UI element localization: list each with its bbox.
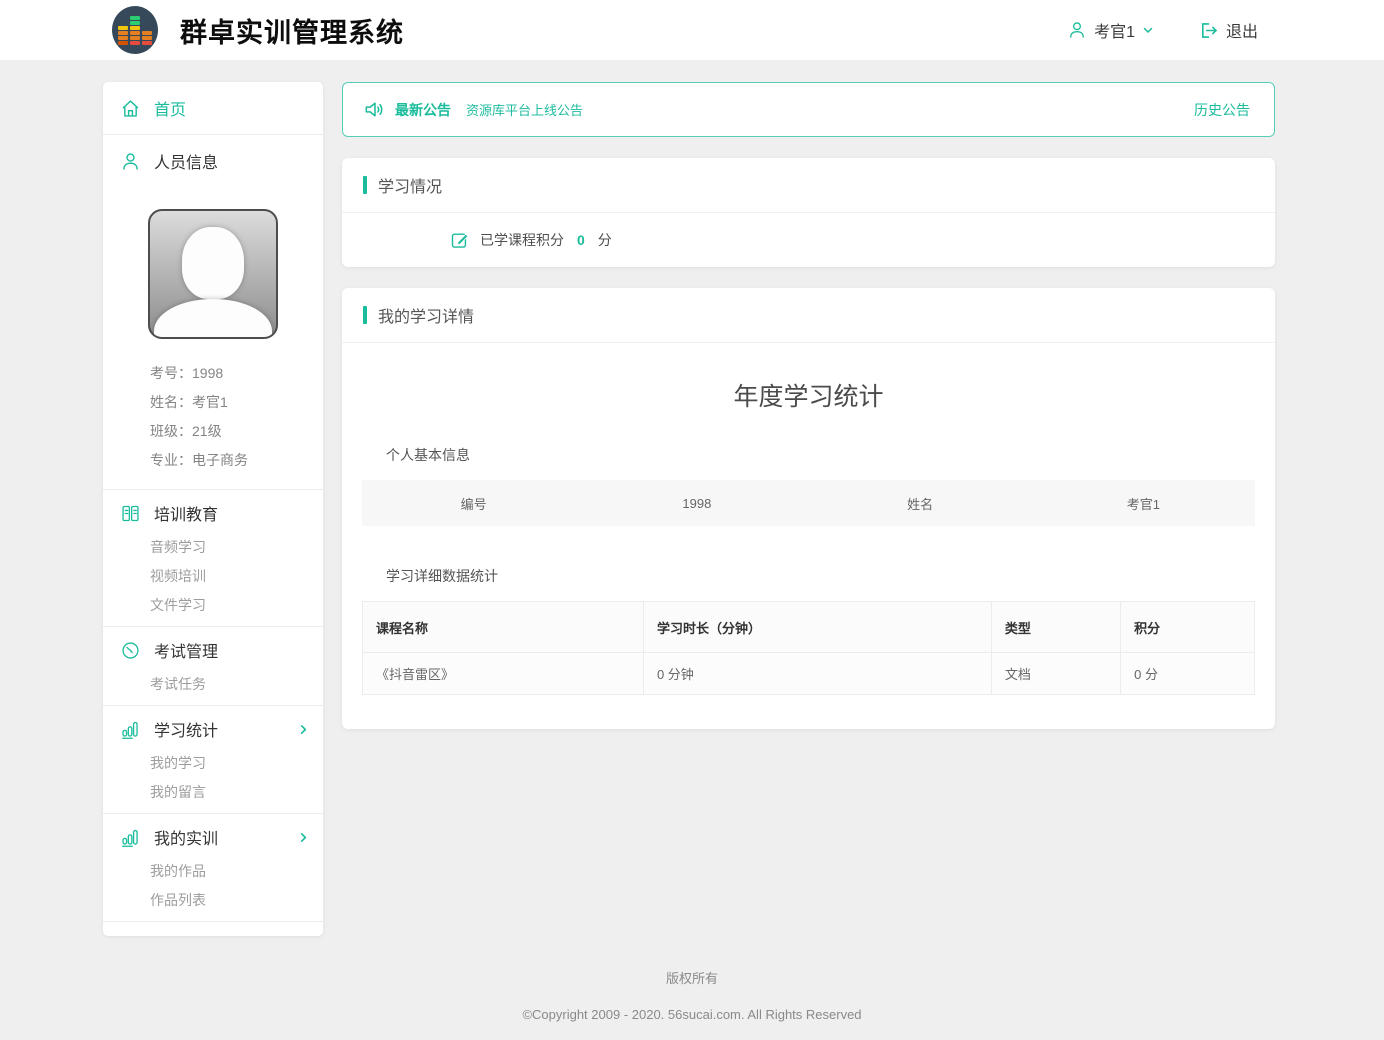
cell-study-duration: 0 分钟 (643, 653, 991, 695)
basic-info-cell: 编号 (362, 494, 585, 513)
stats-label: 学习详细数据统计 (386, 566, 1255, 586)
table-header-row: 课程名称 学习时长（分钟） 类型 积分 (363, 602, 1255, 653)
announcement-bar: 最新公告 资源库平台上线公告 历史公告 (342, 82, 1275, 137)
profile-field-name: 姓名：考官1 (150, 388, 323, 417)
top-header: 群卓实训管理系统 考官1 退出 (0, 0, 1384, 60)
basic-info-cell: 1998 (585, 496, 808, 511)
accent-bar (363, 306, 367, 324)
user-menu[interactable]: 考官1 (1067, 18, 1154, 42)
sidebar-section-label: 学习统计 (154, 717, 218, 741)
chevron-right-icon (298, 832, 309, 843)
basic-info-row: 编号 1998 姓名 考官1 (362, 480, 1255, 526)
sidebar-item-works-list[interactable]: 作品列表 (150, 886, 323, 915)
study-stats-table: 课程名称 学习时长（分钟） 类型 积分 《抖音雷区》 0 分钟 文档 0 分 (362, 601, 1255, 695)
sidebar-item-file-study[interactable]: 文件学习 (150, 591, 323, 620)
cell-type: 文档 (991, 653, 1120, 695)
sidebar-item-my-study[interactable]: 我的学习 (150, 749, 323, 778)
sidebar-sublist-exam: 考试任务 (103, 670, 323, 705)
sidebar-divider (103, 921, 323, 922)
study-detail-title: 我的学习详情 (378, 303, 474, 327)
sidebar-item-profile[interactable]: 人员信息 (103, 135, 323, 187)
app-title: 群卓实训管理系统 (180, 11, 404, 50)
sidebar-item-home[interactable]: 首页 (103, 82, 323, 134)
basic-info-cell: 考官1 (1032, 494, 1255, 513)
sidebar-section-training[interactable]: 培训教育 (103, 490, 323, 533)
chevron-down-icon (1142, 24, 1154, 36)
sidebar-item-video-training[interactable]: 视频培训 (150, 562, 323, 591)
sidebar-item-my-works[interactable]: 我的作品 (150, 857, 323, 886)
profile-field-major: 专业：电子商务 (150, 446, 323, 475)
history-announcements-link[interactable]: 历史公告 (1194, 100, 1250, 120)
book-icon (120, 503, 141, 524)
page-footer: 版权所有 ©Copyright 2009 - 2020. 56sucai.com… (0, 968, 1384, 1022)
logout-icon (1198, 20, 1219, 41)
announcement-link[interactable]: 资源库平台上线公告 (466, 100, 583, 119)
sidebar-item-audio-study[interactable]: 音频学习 (150, 533, 323, 562)
sidebar: 首页 人员信息 考号：1998 姓名：考官1 班级：21级 专业：电子商务 培训… (103, 82, 323, 936)
sidebar-section-exam[interactable]: 考试管理 (103, 627, 323, 670)
sidebar-section-my-practice[interactable]: 我的实训 (103, 814, 323, 857)
col-study-duration: 学习时长（分钟） (643, 602, 991, 653)
study-status-title: 学习情况 (378, 173, 442, 197)
study-status-card: 学习情况 已学课程积分 0 分 (342, 158, 1275, 267)
person-icon (120, 151, 141, 172)
sidebar-section-study-stats[interactable]: 学习统计 (103, 706, 323, 749)
edit-icon (450, 230, 470, 250)
sidebar-home-label: 首页 (154, 96, 186, 120)
table-row: 《抖音雷区》 0 分钟 文档 0 分 (363, 653, 1255, 695)
announcement-badge: 最新公告 (395, 100, 451, 120)
compass-icon (120, 640, 141, 661)
sidebar-section-label: 我的实训 (154, 825, 218, 849)
sidebar-item-exam-task[interactable]: 考试任务 (150, 670, 323, 699)
sidebar-sublist-study-stats: 我的学习 我的留言 (103, 749, 323, 813)
sidebar-sublist-training: 音频学习 视频培训 文件学习 (103, 533, 323, 626)
sidebar-item-my-messages[interactable]: 我的留言 (150, 778, 323, 807)
chevron-right-icon (298, 724, 309, 735)
accent-bar (363, 176, 367, 194)
sidebar-section-label: 考试管理 (154, 638, 218, 662)
speaker-icon (363, 98, 386, 121)
sidebar-sublist-my-practice: 我的作品 作品列表 (103, 857, 323, 921)
profile-info: 考号：1998 姓名：考官1 班级：21级 专业：电子商务 (150, 359, 323, 475)
col-type: 类型 (991, 602, 1120, 653)
annual-report-title: 年度学习统计 (362, 377, 1255, 413)
profile-field-exam-no: 考号：1998 (150, 359, 323, 388)
sidebar-section-label: 培训教育 (154, 501, 218, 525)
profile-avatar (148, 209, 278, 339)
logout-label: 退出 (1226, 18, 1258, 42)
credits-label: 已学课程积分 (480, 230, 564, 250)
brand: 群卓实训管理系统 (112, 6, 404, 54)
app-logo-equalizer-icon (112, 6, 158, 54)
user-icon (1067, 20, 1087, 40)
logout-button[interactable]: 退出 (1198, 18, 1258, 42)
bar-chart-icon (120, 719, 141, 740)
sidebar-profile-label: 人员信息 (154, 149, 218, 173)
study-detail-card: 我的学习详情 年度学习统计 个人基本信息 编号 1998 姓名 考官1 学习详细… (342, 288, 1275, 729)
cell-credits: 0 分 (1121, 653, 1255, 695)
col-credits: 积分 (1121, 602, 1255, 653)
copyright-line-cn: 版权所有 (0, 968, 1384, 987)
copyright-line-en: ©Copyright 2009 - 2020. 56sucai.com. All… (0, 1007, 1384, 1022)
study-detail-header: 我的学习详情 (342, 288, 1275, 343)
basic-info-label: 个人基本信息 (386, 445, 1255, 465)
user-name: 考官1 (1094, 18, 1135, 42)
credits-unit: 分 (598, 230, 612, 250)
study-status-header: 学习情况 (342, 158, 1275, 213)
home-icon (120, 98, 141, 119)
cell-course-name: 《抖音雷区》 (363, 653, 644, 695)
bar-chart-icon (120, 827, 141, 848)
basic-info-cell: 姓名 (809, 494, 1032, 513)
credits-value: 0 (577, 232, 585, 248)
profile-field-class: 班级：21级 (150, 417, 323, 446)
col-course-name: 课程名称 (363, 602, 644, 653)
